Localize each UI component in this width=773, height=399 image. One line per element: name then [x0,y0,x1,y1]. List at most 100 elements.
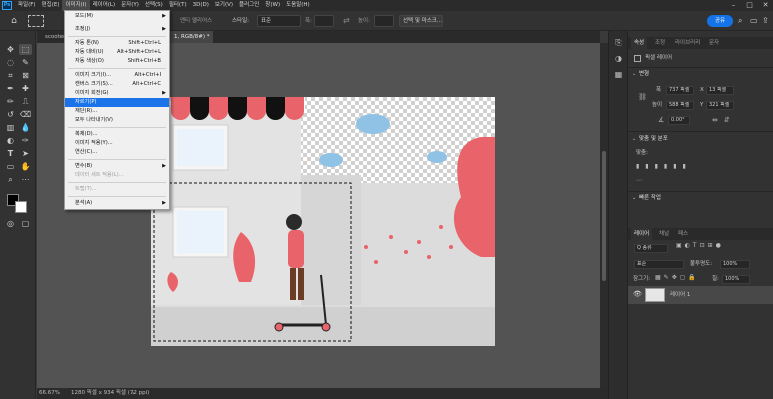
history-brush-icon[interactable]: ↺ [4,109,17,120]
dodge-tool-icon[interactable]: ◐ [4,135,17,146]
background-color-swatch[interactable] [15,201,27,213]
gradient-tool-icon[interactable]: ▥ [4,122,17,133]
blur-tool-icon[interactable]: 💧 [19,122,32,133]
history-panel-icon[interactable]: ⎘ [613,37,624,48]
screen-mode-icon[interactable]: ▢ [19,218,32,229]
quick-select-icon[interactable]: ✎ [19,57,32,68]
menu-item-crop[interactable]: 자르기(P) [65,98,169,107]
align-collapse-icon[interactable]: ⌄ [632,135,636,143]
stamp-tool-icon[interactable]: ⎍ [19,96,32,107]
swap-icon[interactable]: ⇄ [343,15,350,27]
style-select[interactable]: 표준 [257,15,301,27]
transform-collapse-icon[interactable]: ⌄ [632,70,636,78]
menu-item-image-size[interactable]: 이미지 크기(I)... Alt+Ctrl+I [65,71,169,80]
quick-collapse-icon[interactable]: ⌄ [632,194,636,202]
height-field[interactable] [374,15,394,27]
lasso-tool-icon[interactable]: ◌ [4,57,17,68]
visibility-eye-icon[interactable]: 👁 [633,290,642,298]
layer-name[interactable]: 레이어 1 [670,291,690,299]
maximize-icon[interactable]: □ [744,0,755,11]
menu-window[interactable]: 창(W) [262,0,283,11]
search-icon[interactable]: ⌕ [738,15,742,27]
width-prop-field[interactable]: 737 픽셀 [666,86,694,95]
frame-tool-icon[interactable]: ⊠ [19,70,32,81]
layer-filter-select[interactable]: Q 종류 [634,244,668,253]
menu-item-adjustments[interactable]: 조정(J) ▶ [65,25,169,34]
share-button[interactable]: 공유 [707,15,733,27]
marquee-tool-icon[interactable]: ⬚ [19,44,32,55]
zoom-tool-icon[interactable]: ⌕ [4,174,17,185]
share-doc-icon[interactable]: ⇪ [762,15,769,27]
menu-item-trim[interactable]: 재단(R)... [65,107,169,116]
height-prop-field[interactable]: 588 픽셀 [666,101,694,110]
x-prop-field[interactable]: 13 픽셀 [706,86,734,95]
move-tool-icon[interactable]: ✥ [4,44,17,55]
minimize-icon[interactable]: – [728,0,739,11]
menu-item-image-rotation[interactable]: 이미지 회전(G) ▶ [65,89,169,98]
scrollbar-thumb[interactable] [602,151,606,281]
eyedropper-icon[interactable]: ✒ [4,83,17,94]
tab-layers[interactable]: 레이어 [631,228,653,240]
eraser-tool-icon[interactable]: ⌫ [19,109,32,120]
menu-item-canvas-size[interactable]: 캔버스 크기(S)... Alt+Ctrl+C [65,80,169,89]
tab-paths[interactable]: 패스 [675,228,691,240]
marquee-options-icon[interactable] [28,15,44,27]
tab-character[interactable]: 문자 [706,37,722,49]
more-tools-icon[interactable]: ⋯ [19,174,32,185]
menu-item-auto-color[interactable]: 자동 색상(O) Shift+Ctrl+B [65,57,169,66]
tab-libraries[interactable]: 라이브러리 [672,37,703,49]
layer-filter-icons[interactable]: ▣◐T⊡⊞● [676,242,724,249]
menu-item-apply-image[interactable]: 이미지 적용(Y)... [65,139,169,148]
opacity-field[interactable]: 100% [720,260,750,269]
document-canvas[interactable] [151,97,495,346]
width-field[interactable] [314,15,334,27]
menu-item-variables[interactable]: 변수(B) ▶ [65,162,169,171]
pen-tool-icon[interactable]: ✑ [19,135,32,146]
brush-tool-icon[interactable]: ✏ [4,96,17,107]
home-icon[interactable]: ⌂ [8,15,20,27]
link-dimensions-icon[interactable]: ⛓ [638,93,647,101]
type-tool-icon[interactable]: T [4,148,17,159]
flip-vertical-icon[interactable]: ⇵ [724,116,730,124]
close-icon[interactable]: ✕ [760,0,771,11]
menu-item-auto-tone[interactable]: 자동 톤(N) Shift+Ctrl+L [65,39,169,48]
align-buttons[interactable]: ▮▮▮▮▮▮ [636,163,736,171]
crop-tool-icon[interactable]: ⌗ [4,70,17,81]
flip-horizontal-icon[interactable]: ⇹ [712,116,718,124]
menu-item-duplicate[interactable]: 복제(D)... [65,130,169,139]
lock-icons[interactable]: ▦✎✥▢🔒 [655,274,699,281]
healing-brush-icon[interactable]: ✚ [19,83,32,94]
angle-field[interactable]: 0.00° [668,116,690,125]
path-select-icon[interactable]: ➤ [19,148,32,159]
menu-item-analysis[interactable]: 분석(A) ▶ [65,199,169,208]
tab-properties[interactable]: 속성 [631,37,648,49]
swatches-panel-icon[interactable]: ▦ [613,69,624,80]
tab-channels[interactable]: 채널 [656,228,672,240]
menu-item-calculations[interactable]: 연산(C)... [65,148,169,157]
layer-row[interactable]: 👁 레이어 1 [628,286,773,304]
quick-mask-icon[interactable]: ◎ [4,218,17,229]
vertical-scrollbar[interactable] [600,43,608,388]
workspace-icon[interactable]: ▭ [750,15,758,27]
status-arrow-icon[interactable]: › [132,388,134,399]
align-more-icon[interactable]: ⋯ [636,177,642,184]
select-mask-button[interactable]: 선택 및 마스크... [399,15,443,27]
menu-view[interactable]: 보기(V) [212,0,236,11]
menu-edit[interactable]: 편집(E) [39,0,63,11]
color-panel-icon[interactable]: ◑ [613,53,624,64]
blend-mode-select[interactable]: 표준 [634,260,684,269]
shape-tool-icon[interactable]: ▭ [4,161,17,172]
y-prop-field[interactable]: 321 픽셀 [706,101,734,110]
menu-item-auto-contrast[interactable]: 자동 대비(U) Alt+Shift+Ctrl+L [65,48,169,57]
menu-plugins[interactable]: 플러그인 [236,0,262,11]
hand-tool-icon[interactable]: ✋ [19,161,32,172]
zoom-level[interactable]: 66.67% [39,388,60,399]
fill-field[interactable]: 100% [722,275,750,284]
menu-help[interactable]: 도움말(H) [283,0,313,11]
menu-item-mode[interactable]: 모드(M) ▶ [65,12,169,21]
tab-active-document[interactable]: 1, RGB/8#) * [170,31,214,43]
menu-3d[interactable]: 3D(D) [190,0,212,11]
menu-file[interactable]: 파일(F) [15,0,39,11]
tab-adjustments[interactable]: 조정 [652,37,668,49]
menu-item-reveal-all[interactable]: 모두 나타내기(V) [65,116,169,125]
